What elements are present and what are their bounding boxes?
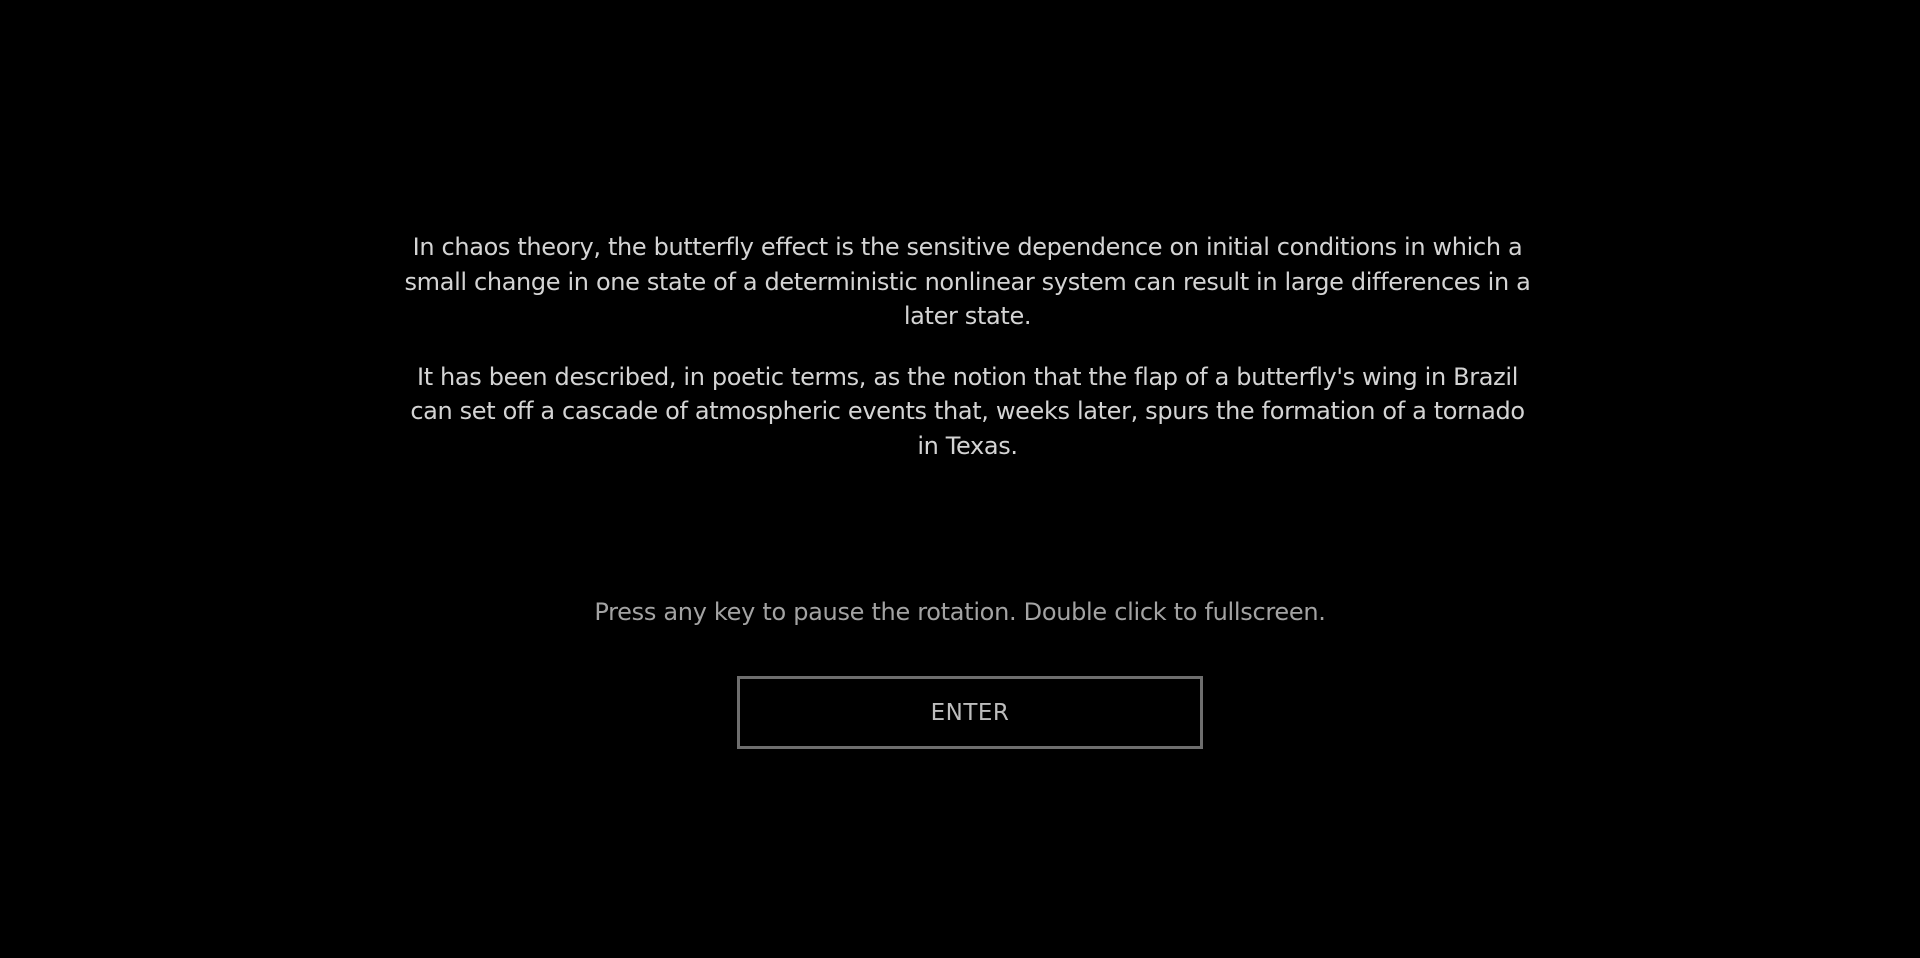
landing-page[interactable]: { "intro": { "paragraphs": [ "In chaos t…	[0, 0, 1920, 958]
intro-text: In chaos theory, the butterfly effect is…	[400, 230, 1535, 463]
intro-paragraph: It has been described, in poetic terms, …	[410, 362, 1525, 460]
enter-button-label: ENTER	[930, 699, 1010, 726]
instruction-hint: Press any key to pause the rotation. Dou…	[594, 598, 1326, 626]
enter-button[interactable]: ENTER	[737, 676, 1203, 749]
intro-paragraph: In chaos theory, the butterfly effect is…	[404, 233, 1531, 330]
